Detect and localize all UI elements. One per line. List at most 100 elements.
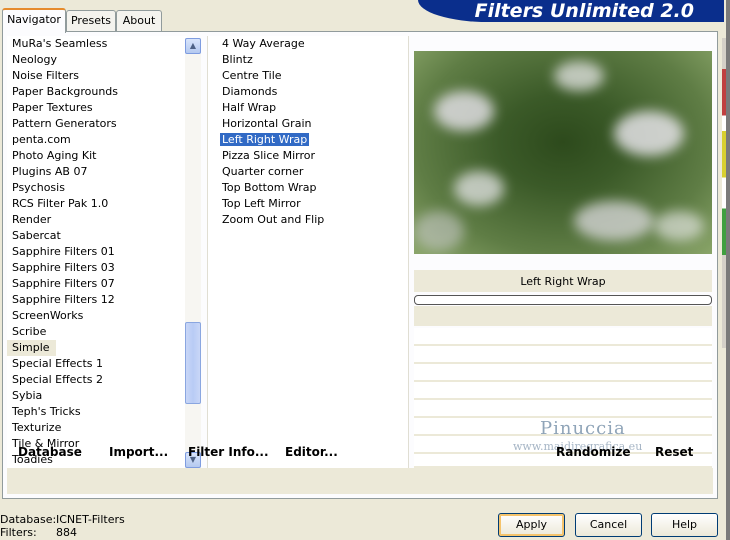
filter-item[interactable]: 4 Way Average [208, 36, 408, 52]
randomize-button[interactable]: Randomize [556, 445, 630, 459]
category-label: Paper Backgrounds [12, 85, 119, 98]
category-item[interactable]: RCS Filter Pak 1.0 [7, 196, 187, 212]
parameter-row [414, 346, 712, 364]
window-edge [726, 0, 730, 540]
category-label: Render [12, 213, 52, 226]
filter-label: Half Wrap [222, 101, 277, 114]
navigator-panel: MuRa's Seamless Neology Noise Filters Paper… [2, 31, 718, 499]
chevron-up-icon[interactable]: ▲ [185, 38, 201, 54]
category-item[interactable]: Sabercat [7, 228, 187, 244]
filter-item[interactable]: Top Bottom Wrap [208, 180, 408, 196]
parameter-header [414, 306, 712, 326]
category-label: Sybia [12, 389, 43, 402]
help-button[interactable]: Help [651, 513, 718, 537]
cancel-button[interactable]: Cancel [575, 513, 642, 537]
category-item[interactable]: Render [7, 212, 187, 228]
database-button[interactable]: Database [18, 445, 82, 459]
category-label: Photo Aging Kit [12, 149, 97, 162]
filter-item[interactable]: Quarter corner [208, 164, 408, 180]
filter-item[interactable]: Pizza Slice Mirror [208, 148, 408, 164]
filter-item[interactable]: Left Right Wrap [208, 132, 408, 148]
filter-item[interactable]: Zoom Out and Flip [208, 212, 408, 228]
category-item[interactable]: Paper Backgrounds [7, 84, 187, 100]
filter-label: Top Left Mirror [222, 197, 301, 210]
category-item[interactable]: Scribe [7, 324, 187, 340]
category-item[interactable]: Sapphire Filters 01 [7, 244, 187, 260]
parameter-row [414, 364, 712, 382]
scrollbar-thumb[interactable] [185, 322, 201, 404]
filter-label: Pizza Slice Mirror [222, 149, 316, 162]
category-item[interactable]: penta.com [7, 132, 187, 148]
category-item[interactable]: Noise Filters [7, 68, 187, 84]
category-item[interactable]: Sybia [7, 388, 187, 404]
category-label: Scribe [12, 325, 47, 338]
category-label: Sabercat [12, 229, 61, 242]
filter-label: Centre Tile [222, 69, 282, 82]
filter-list[interactable]: 4 Way Average Blintz Centre Tile Diamonds Ha… [207, 36, 409, 468]
category-item[interactable]: Plugins AB 07 [7, 164, 187, 180]
filter-label: Diamonds [222, 85, 278, 98]
category-list[interactable]: MuRa's Seamless Neology Noise Filters Paper… [7, 36, 187, 468]
editor-button[interactable]: Editor... [285, 445, 338, 459]
import-button[interactable]: Import... [109, 445, 168, 459]
category-scrollbar[interactable]: ▲ ▼ [185, 38, 201, 468]
category-label: Neology [12, 53, 58, 66]
parameter-row [414, 400, 712, 418]
database-value: ICNET-Filters [56, 513, 125, 526]
filter-item[interactable]: Centre Tile [208, 68, 408, 84]
category-label: MuRa's Seamless [12, 37, 108, 50]
category-item[interactable]: Paper Textures [7, 100, 187, 116]
watermark-name: Pinuccia [540, 418, 626, 439]
preview-image [414, 51, 712, 254]
category-item[interactable]: ScreenWorks [7, 308, 187, 324]
parameter-row [414, 382, 712, 400]
category-label: Plugins AB 07 [12, 165, 88, 178]
filters-count-value: 884 [56, 526, 77, 539]
category-item[interactable]: Sapphire Filters 12 [7, 292, 187, 308]
category-label: Simple [7, 340, 56, 356]
filter-label: 4 Way Average [222, 37, 305, 50]
filter-item[interactable]: Top Left Mirror [208, 196, 408, 212]
category-item[interactable]: Sapphire Filters 07 [7, 276, 187, 292]
database-label: Database: [0, 513, 57, 526]
category-label: Sapphire Filters 12 [12, 293, 115, 306]
filter-name-label: Left Right Wrap [414, 270, 712, 292]
category-label: Special Effects 1 [12, 357, 104, 370]
filter-label: Left Right Wrap [220, 133, 310, 146]
category-item[interactable]: MuRa's Seamless [7, 36, 187, 52]
category-item[interactable]: Photo Aging Kit [7, 148, 187, 164]
filter-label: Zoom Out and Flip [222, 213, 325, 226]
category-item[interactable]: Neology [7, 52, 187, 68]
category-label: penta.com [12, 133, 71, 146]
filter-label: Top Bottom Wrap [222, 181, 317, 194]
category-item[interactable]: Special Effects 1 [7, 356, 187, 372]
filter-item[interactable]: Blintz [208, 52, 408, 68]
bottom-button-bar [7, 468, 713, 494]
filter-item[interactable]: Half Wrap [208, 100, 408, 116]
category-item[interactable]: Pattern Generators [7, 116, 187, 132]
filter-item[interactable]: Horizontal Grain [208, 116, 408, 132]
category-item[interactable]: Texturize [7, 420, 187, 436]
tab-about[interactable]: About [116, 10, 162, 31]
apply-button[interactable]: Apply [498, 513, 565, 537]
category-item[interactable]: Sapphire Filters 03 [7, 260, 187, 276]
filter-item[interactable]: Diamonds [208, 84, 408, 100]
parameter-row [414, 328, 712, 346]
category-item[interactable]: Simple [7, 340, 187, 356]
filter-label: Quarter corner [222, 165, 304, 178]
category-item[interactable]: Special Effects 2 [7, 372, 187, 388]
category-label: Sapphire Filters 07 [12, 277, 115, 290]
filter-label: Blintz [222, 53, 253, 66]
tab-presets[interactable]: Presets [66, 10, 116, 31]
category-label: Sapphire Filters 03 [12, 261, 115, 274]
category-label: RCS Filter Pak 1.0 [12, 197, 109, 210]
tab-navigator[interactable]: Navigator [2, 8, 66, 33]
category-label: Special Effects 2 [12, 373, 104, 386]
category-item[interactable]: Teph's Tricks [7, 404, 187, 420]
category-item[interactable]: Psychosis [7, 180, 187, 196]
reset-button[interactable]: Reset [655, 445, 693, 459]
category-label: Pattern Generators [12, 117, 117, 130]
category-label: Texturize [12, 421, 62, 434]
filter-info-button[interactable]: Filter Info... [188, 445, 269, 459]
app-title-banner: Filters Unlimited 2.0 [418, 0, 724, 22]
